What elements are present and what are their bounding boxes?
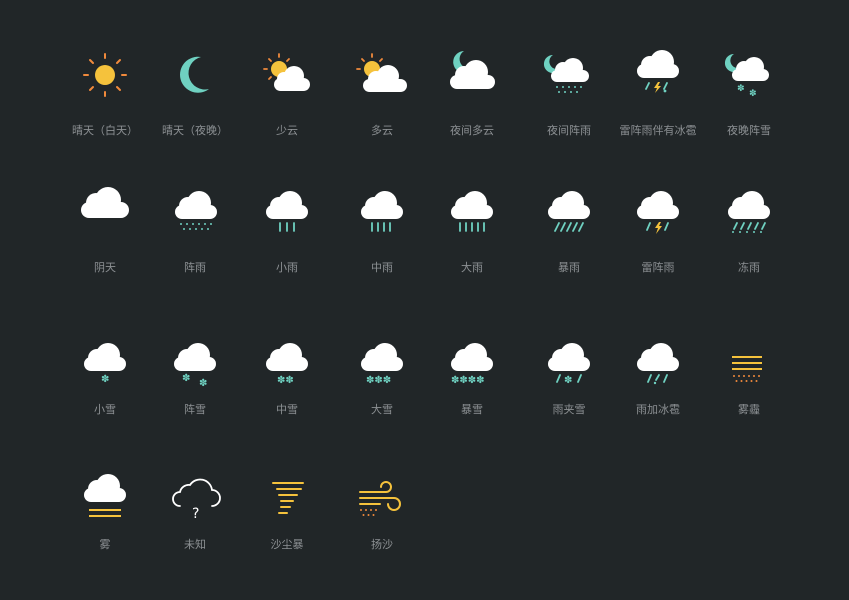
weather-item-light-rain: 小雨 [232,185,342,295]
icon-label: 夜间多云 [450,124,494,137]
sleet-icon: ✽ [548,343,590,386]
light-rain-icon [266,191,308,232]
cloudy-icon [356,53,407,92]
night-cloudy-icon [450,51,495,89]
night-showers-icon [543,54,589,93]
sunny-day-icon [83,53,127,97]
svg-text:✽: ✽ [749,89,757,99]
icon-label: 扬沙 [371,538,393,551]
unknown-icon: ? [172,478,221,522]
icon-label: 中雪 [276,403,298,416]
svg-text:?: ? [192,506,199,522]
freezing-rain-icon [728,191,770,233]
weather-item-heavy-rain: 大雨 [417,185,527,295]
weather-item-night-cloudy: 夜间多云 [417,45,527,155]
svg-text:✽: ✽ [564,375,572,386]
thunderstorm-hail-icon [637,50,679,93]
few-clouds-icon [263,53,310,91]
weather-item-freezing-rain: 冻雨 [694,185,804,295]
moderate-rain-icon [361,191,403,232]
weather-item-moderate-snow: ✽✽ 中雪 [232,335,342,445]
svg-text:✽✽✽✽: ✽✽✽✽ [451,375,485,386]
weather-item-blizzard: ✽✽✽✽ 暴雪 [417,335,527,445]
icon-label: 少云 [276,124,298,137]
heavy-snow-icon: ✽✽✽ [361,343,403,386]
snow-showers-icon: ✽ ✽ [174,343,216,389]
icon-label: 暴雪 [461,403,483,416]
blowing-sand-icon [359,481,401,516]
icon-label: 夜晚阵雪 [727,124,771,137]
weather-item-few-clouds: 少云 [232,45,342,155]
haze-icon [732,356,762,382]
weather-item-night-snow-showers: ✽ ✽ 夜晚阵雪 [694,45,804,155]
clear-night-icon [180,56,209,93]
icon-label: 雾霾 [738,403,760,416]
svg-text:✽✽✽: ✽✽✽ [366,375,391,386]
sandstorm-icon [272,482,304,514]
moderate-snow-icon: ✽✽ [266,343,308,386]
svg-text:✽✽: ✽✽ [277,375,294,386]
weather-icon-sheet: { "colors": { "background": "#212628", "… [0,0,849,600]
icon-label: 大雨 [461,261,483,274]
overcast-icon [81,187,129,218]
fog-icon [84,474,126,517]
svg-text:✽: ✽ [199,378,207,389]
svg-text:✽: ✽ [182,373,190,384]
weather-item-sandstorm: 沙尘暴 [232,470,342,580]
night-snow-showers-icon: ✽ ✽ [724,53,769,99]
weather-item-haze: 雾霾 [694,335,804,445]
light-snow-icon: ✽ [84,343,126,385]
rain-hail-icon [637,343,679,385]
icon-label: 冻雨 [738,261,760,274]
svg-text:✽: ✽ [101,374,109,385]
rainstorm-icon [548,191,590,232]
blizzard-icon: ✽✽✽✽ [451,343,493,386]
icon-label: 小雨 [276,261,298,274]
icon-label: 沙尘暴 [270,538,304,551]
thunder-shower-icon [637,191,679,234]
heavy-rain-icon [451,191,493,232]
weather-item-blowing-sand: 扬沙 [327,470,437,580]
svg-text:✽: ✽ [737,84,745,94]
showers-icon [175,191,217,230]
